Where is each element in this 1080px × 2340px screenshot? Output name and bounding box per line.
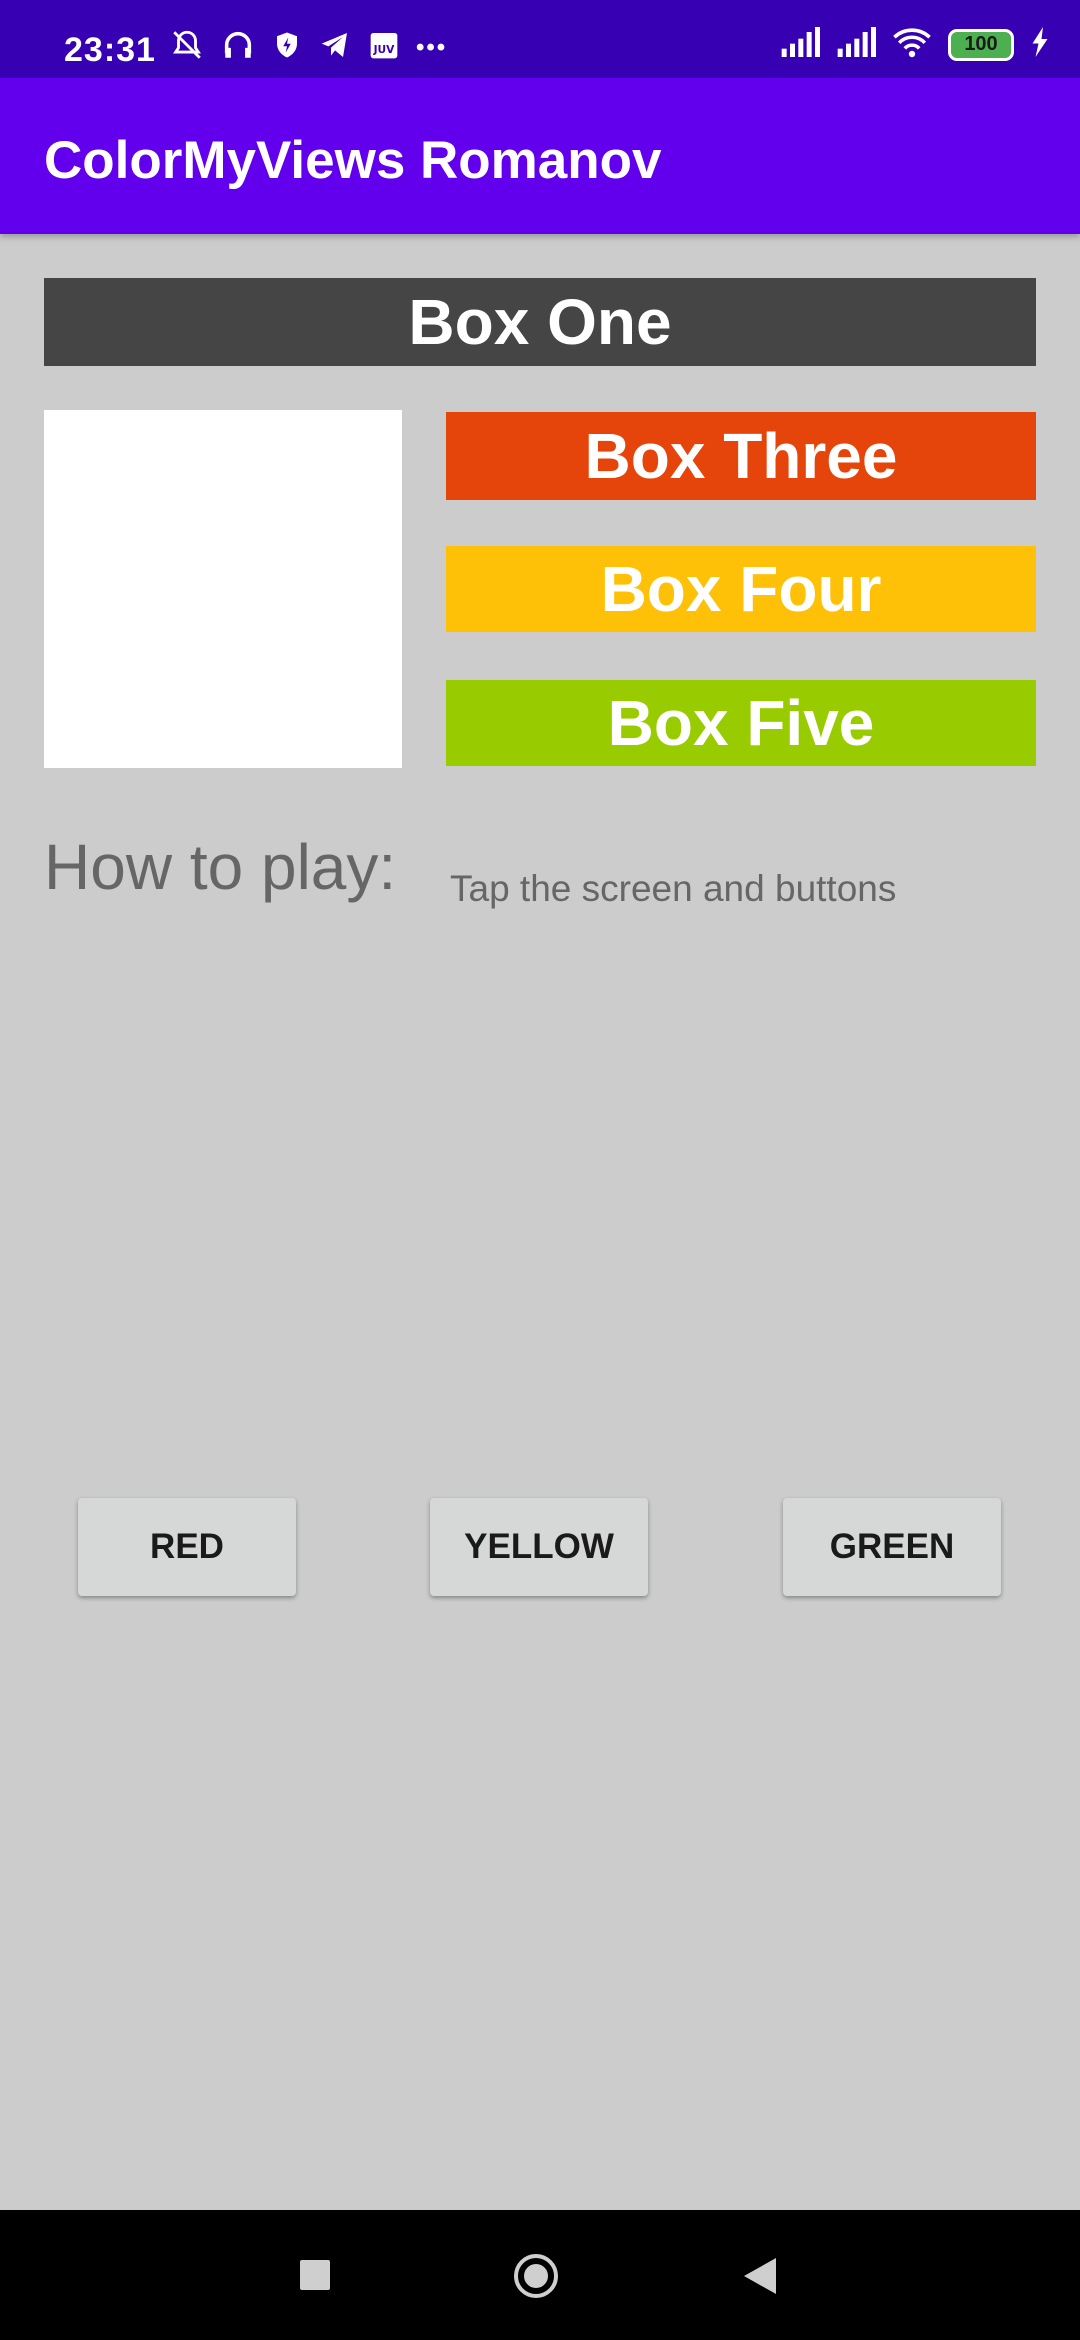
how-to-play-text: Tap the screen and buttons bbox=[450, 868, 897, 909]
shield-icon bbox=[272, 28, 302, 67]
yellow-button[interactable]: YELLOW bbox=[430, 1498, 648, 1596]
app-title: ColorMyViews Romanov bbox=[44, 131, 662, 190]
wifi-icon bbox=[892, 26, 932, 63]
status-time: 23:31 bbox=[64, 31, 156, 69]
box-two[interactable] bbox=[44, 410, 402, 768]
box-four[interactable]: Box Four bbox=[446, 546, 1036, 632]
back-triangle-icon[interactable] bbox=[744, 2258, 776, 2294]
battery-icon: 100 bbox=[948, 28, 1014, 61]
telegram-icon bbox=[318, 29, 352, 66]
box-three[interactable]: Box Three bbox=[446, 412, 1036, 500]
red-button[interactable]: RED bbox=[78, 1498, 296, 1596]
mute-bell-icon bbox=[170, 28, 204, 67]
app-bar: ColorMyViews Romanov bbox=[0, 78, 1080, 234]
status-icons-right: 100 bbox=[780, 26, 1050, 63]
recents-square-icon[interactable] bbox=[300, 2260, 330, 2290]
charging-icon bbox=[1030, 27, 1050, 62]
calendar-app-icon: JUV bbox=[368, 28, 400, 67]
how-to-play-label: How to play: bbox=[44, 831, 397, 903]
calendar-app-label: JUV bbox=[373, 43, 396, 56]
box-one[interactable]: Box One bbox=[44, 278, 1036, 366]
signal-icon bbox=[836, 27, 876, 62]
home-circle-icon[interactable] bbox=[514, 2254, 558, 2298]
green-button[interactable]: GREEN bbox=[783, 1498, 1001, 1596]
status-bar: 23:31 JUV ••• 100 bbox=[0, 0, 1080, 78]
box-five[interactable]: Box Five bbox=[446, 680, 1036, 766]
more-dots-icon: ••• bbox=[416, 33, 448, 61]
navigation-bar bbox=[0, 2210, 1080, 2340]
signal-icon bbox=[780, 27, 820, 62]
headphones-icon bbox=[220, 28, 256, 67]
status-icons-left: JUV ••• bbox=[170, 28, 447, 67]
